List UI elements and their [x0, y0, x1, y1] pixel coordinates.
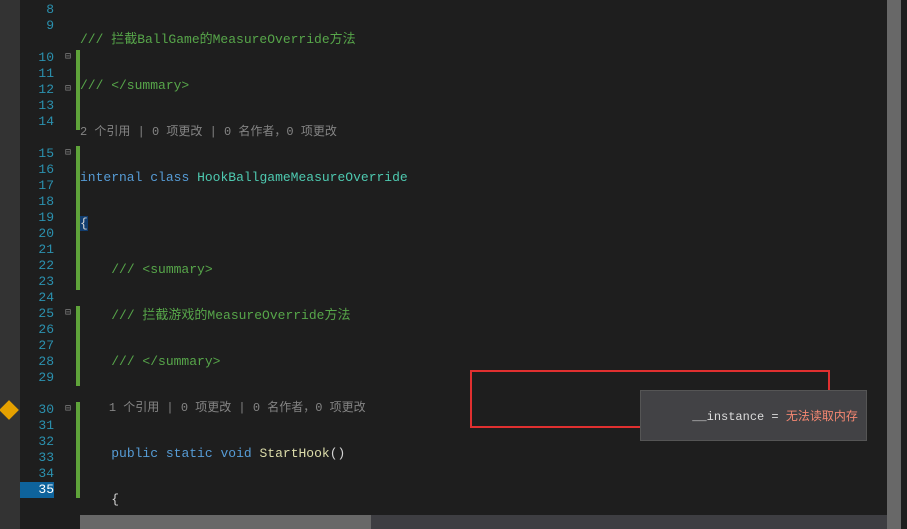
- line-num: 20: [20, 226, 54, 242]
- fold-toggle[interactable]: ⊟: [60, 82, 76, 98]
- line-num: 12: [20, 82, 54, 98]
- codelens[interactable]: 2 个引用 | 0 项更改 | 0 名作者，0 项更改: [80, 124, 907, 140]
- line-num: [20, 386, 54, 402]
- line-num: 16: [20, 162, 54, 178]
- line-num: 13: [20, 98, 54, 114]
- tooltip-error: 无法读取内存: [786, 410, 858, 424]
- line-num: 29: [20, 370, 54, 386]
- line-num: [20, 34, 54, 50]
- line-num: 23: [20, 274, 54, 290]
- code-area[interactable]: /// 拦截BallGame的MeasureOverride方法 /// </s…: [80, 0, 907, 529]
- line-num: 14: [20, 114, 54, 130]
- scrollbar-thumb[interactable]: [80, 515, 371, 529]
- fold-toggle[interactable]: ⊟: [60, 146, 76, 162]
- line-num: 27: [20, 338, 54, 354]
- line-num: 28: [20, 354, 54, 370]
- line-num: [20, 130, 54, 146]
- tooltip-label: __instance =: [692, 410, 786, 424]
- line-num: 35: [20, 482, 54, 498]
- line-number-gutter[interactable]: 8 9 10 11 12 13 14 15 16 17 18 19 20 21 …: [20, 0, 60, 529]
- fold-toggle[interactable]: ⊟: [60, 50, 76, 66]
- line-num: 18: [20, 194, 54, 210]
- line-num: 33: [20, 450, 54, 466]
- current-statement-icon: [0, 400, 19, 420]
- scrollbar-thumb[interactable]: [887, 0, 901, 529]
- fold-toggle[interactable]: ⊟: [60, 402, 76, 418]
- line-num: 24: [20, 290, 54, 306]
- line-num: 30: [20, 402, 54, 418]
- line-num: 31: [20, 418, 54, 434]
- line-num: 17: [20, 178, 54, 194]
- line-num: 15: [20, 146, 54, 162]
- fold-margin[interactable]: ⊟ ⊟ ⊟ ⊟ ⊟: [60, 0, 76, 529]
- line-num: 32: [20, 434, 54, 450]
- line-num: 9: [20, 18, 54, 34]
- line-num: 19: [20, 210, 54, 226]
- line-num: 8: [20, 2, 54, 18]
- vertical-scrollbar[interactable]: [887, 0, 901, 529]
- line-num: 26: [20, 322, 54, 338]
- line-num: 25: [20, 306, 54, 322]
- line-num: 22: [20, 258, 54, 274]
- debug-tooltip[interactable]: __instance = 无法读取内存: [640, 390, 867, 441]
- line-num: 11: [20, 66, 54, 82]
- indicator-margin[interactable]: [0, 0, 20, 529]
- line-num: 21: [20, 242, 54, 258]
- code-editor[interactable]: 8 9 10 11 12 13 14 15 16 17 18 19 20 21 …: [0, 0, 907, 529]
- line-num: 34: [20, 466, 54, 482]
- horizontal-scrollbar[interactable]: [80, 515, 887, 529]
- line-num: 10: [20, 50, 54, 66]
- fold-toggle[interactable]: ⊟: [60, 306, 76, 322]
